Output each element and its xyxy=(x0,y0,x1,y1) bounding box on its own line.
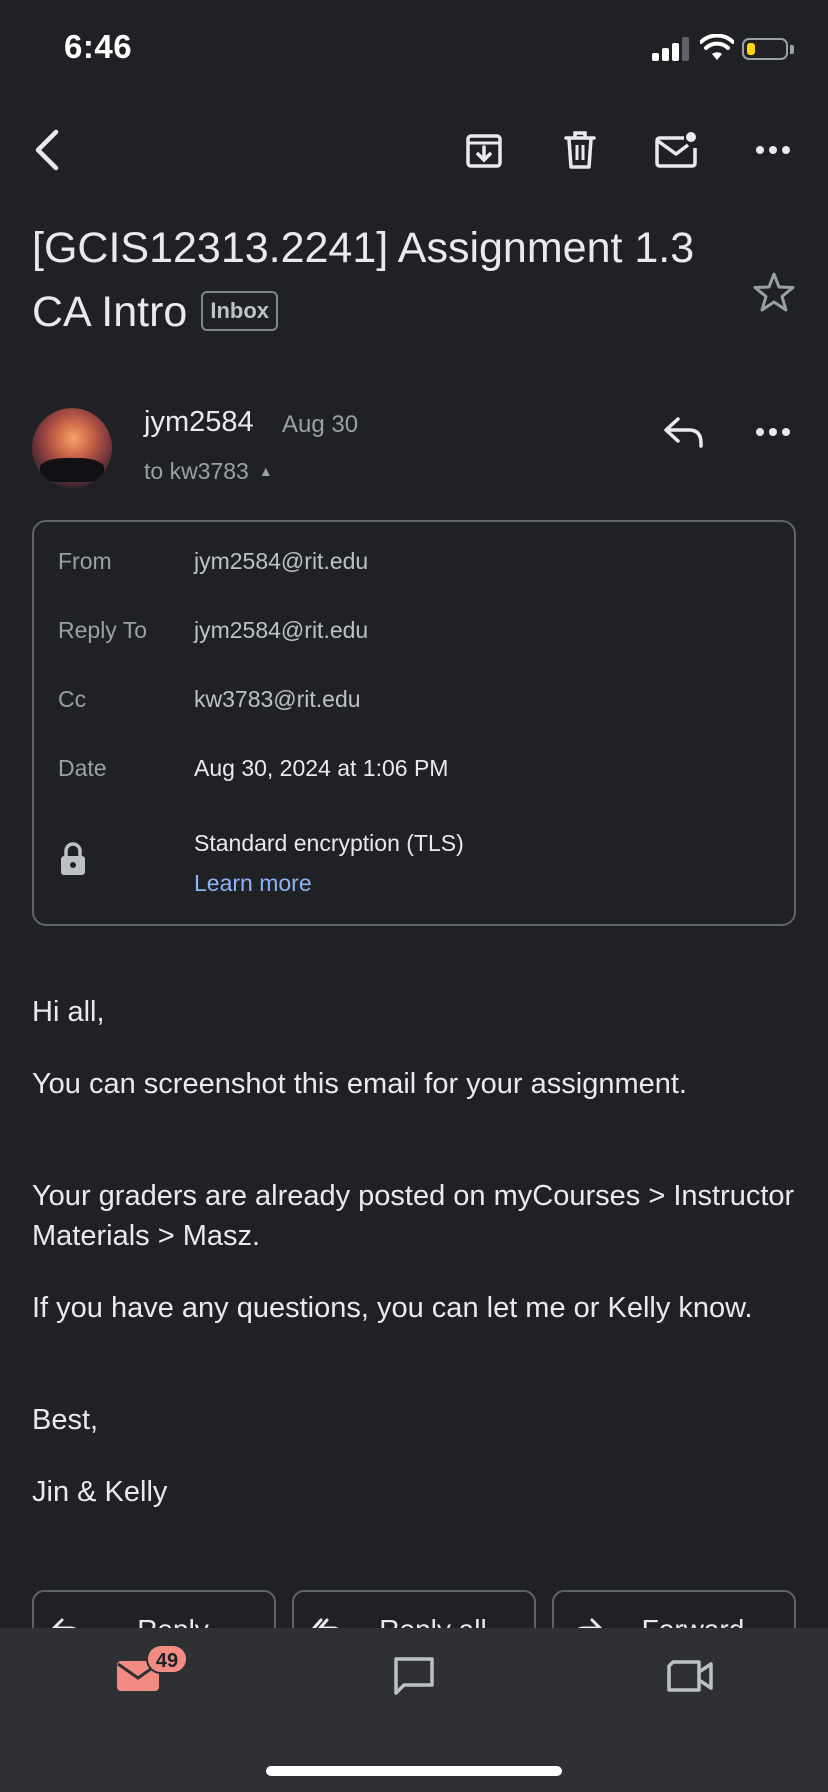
reply-to-label: Reply To xyxy=(58,617,148,643)
cc-value[interactable]: kw3783@rit.edu xyxy=(194,686,361,713)
chat-icon[interactable] xyxy=(386,1648,442,1704)
encryption-text: Standard encryption (TLS) xyxy=(194,830,464,856)
wifi-icon xyxy=(699,33,735,67)
video-meet-icon[interactable] xyxy=(662,1648,718,1704)
more-horizontal-icon[interactable] xyxy=(745,404,801,460)
reply-icon[interactable] xyxy=(656,404,712,460)
unread-count-badge: 49 xyxy=(146,1644,188,1674)
home-indicator xyxy=(266,1766,562,1776)
more-horizontal-icon[interactable] xyxy=(745,122,801,178)
archive-icon[interactable] xyxy=(456,122,512,178)
chevron-up-icon: ▲ xyxy=(258,463,273,479)
back-arrow-icon[interactable] xyxy=(18,122,74,178)
cc-label: Cc xyxy=(58,686,87,712)
body-paragraph: Best, xyxy=(32,1404,99,1436)
mark-unread-icon[interactable] xyxy=(648,122,704,178)
battery-nub xyxy=(790,45,794,54)
body-paragraph: Your graders are already posted on myCou… xyxy=(32,1180,795,1252)
email-date: Aug 30 xyxy=(282,411,359,438)
body-paragraph: You can screenshot this email for your a… xyxy=(32,1068,687,1100)
date-value: Aug 30, 2024 at 1:06 PM xyxy=(194,755,449,781)
email-details-card: From jym2584@rit.edu Reply To jym2584@ri… xyxy=(32,520,796,926)
recipient-toggle[interactable]: to kw3783 ▲ xyxy=(144,458,273,485)
reply-to-value[interactable]: jym2584@rit.edu xyxy=(194,617,368,644)
from-value[interactable]: jym2584@rit.edu xyxy=(194,548,368,575)
trash-icon[interactable] xyxy=(552,122,608,178)
status-bar-time: 6:46 xyxy=(64,28,133,65)
email-subject: [GCIS12313.2241] Assignment 1.3 CA Intro… xyxy=(32,216,732,344)
learn-more-link[interactable]: Learn more xyxy=(194,870,312,897)
inbox-label-chip[interactable]: Inbox xyxy=(201,291,279,331)
sender-name: jym2584 xyxy=(144,406,254,438)
body-paragraph: Hi all, xyxy=(32,996,105,1028)
subject-text: [GCIS12313.2241] Assignment 1.3 CA Intro xyxy=(32,224,695,336)
battery-level-fill xyxy=(747,43,755,55)
date-label: Date xyxy=(58,755,107,781)
star-icon[interactable] xyxy=(746,264,802,320)
body-signature: Jin & Kelly xyxy=(32,1476,168,1508)
sender-avatar[interactable] xyxy=(32,408,112,488)
recipient-text: to kw3783 xyxy=(144,458,249,484)
battery-icon xyxy=(742,38,788,60)
body-paragraph: If you have any questions, you can let m… xyxy=(32,1292,753,1324)
cellular-signal-icon xyxy=(652,37,690,61)
lock-icon xyxy=(60,842,86,881)
from-label: From xyxy=(58,548,112,574)
